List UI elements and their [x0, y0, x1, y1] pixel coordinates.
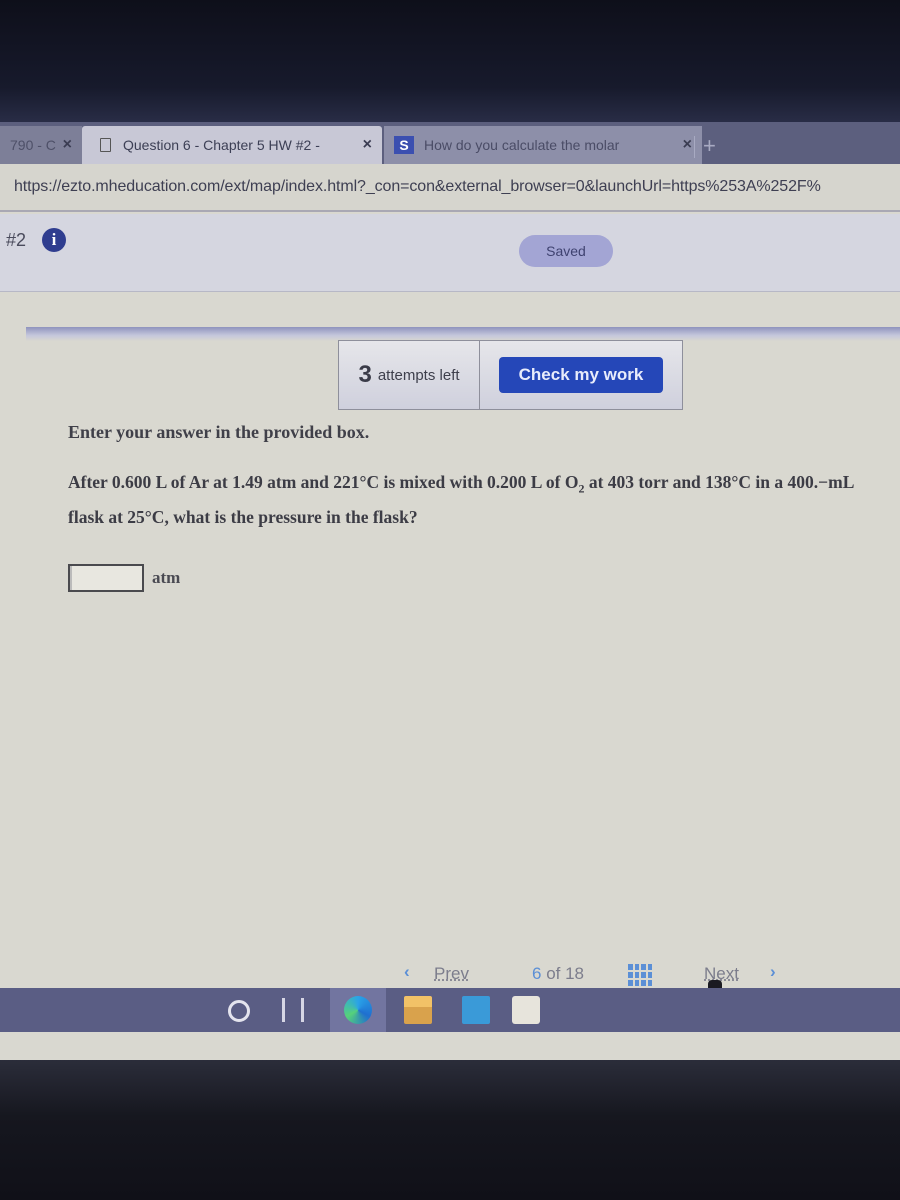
current-page: 6	[532, 964, 542, 983]
site-favicon-icon: S	[394, 136, 414, 154]
close-icon[interactable]: ×	[363, 136, 372, 154]
page-indicator: 6 of 18	[532, 964, 584, 984]
new-tab-button[interactable]: +	[694, 135, 716, 158]
tab-molar-question[interactable]: S How do you calculate the molar ×	[384, 126, 702, 164]
prev-button[interactable]: Prev	[434, 964, 469, 984]
windows-taskbar	[0, 988, 900, 1032]
question-text: After 0.600 L of Ar at 1.49 atm and 221°…	[68, 468, 888, 531]
attempts-counter: 3 attempts left	[339, 341, 480, 409]
tab-label: Question 6 - Chapter 5 HW #2 -	[123, 137, 320, 153]
close-icon[interactable]: ×	[63, 136, 72, 154]
monitor-bezel-bottom	[0, 1060, 900, 1200]
question-number: #2	[6, 230, 27, 250]
pagination: ‹ Prev 6 of 18 Next ›	[400, 960, 800, 998]
answer-row: atm	[68, 564, 180, 592]
question-grid-icon[interactable]	[628, 964, 652, 986]
search-icon[interactable]	[228, 1000, 250, 1022]
attempts-count: 3	[358, 361, 372, 388]
task-view-icon[interactable]	[282, 998, 304, 1022]
address-bar[interactable]: https://ezto.mheducation.com/ext/map/ind…	[0, 164, 900, 212]
page-total: of 18	[546, 964, 585, 983]
attempts-label: attempts left	[377, 366, 460, 384]
close-icon[interactable]: ×	[683, 136, 692, 154]
mail-icon[interactable]	[462, 996, 490, 1024]
file-explorer-icon[interactable]	[404, 996, 432, 1024]
content-divider	[26, 327, 900, 341]
tab-question-6[interactable]: Question 6 - Chapter 5 HW #2 - ×	[82, 126, 382, 164]
chevron-left-icon[interactable]: ‹	[404, 962, 410, 982]
browser-tab-bar: 790 - C × Question 6 - Chapter 5 HW #2 -…	[0, 122, 900, 164]
url-text[interactable]: https://ezto.mheducation.com/ext/map/ind…	[14, 178, 821, 196]
chevron-right-icon[interactable]: ›	[770, 962, 776, 982]
saved-status-badge: Saved	[519, 235, 613, 267]
check-my-work-button[interactable]: Check my work	[499, 357, 663, 393]
check-wrap: Check my work	[480, 341, 682, 409]
store-icon[interactable]	[512, 996, 540, 1024]
instruction-text: Enter your answer in the provided box.	[68, 422, 370, 442]
question-text-part1: After 0.600 L of Ar at 1.49 atm and 221°…	[68, 472, 579, 492]
answer-unit: atm	[152, 568, 181, 587]
answer-input[interactable]	[68, 564, 144, 592]
tab-label: How do you calculate the molar	[424, 137, 620, 153]
document-icon	[100, 138, 111, 152]
monitor-bezel-top	[0, 0, 900, 125]
attempts-panel: 3 attempts left Check my work	[338, 340, 683, 410]
edge-icon[interactable]	[344, 996, 372, 1024]
tab-label: 790 - C	[10, 137, 56, 153]
tab-previous[interactable]: 790 - C ×	[0, 126, 82, 164]
info-icon[interactable]: i	[42, 228, 66, 252]
question-header: #2 i	[0, 214, 900, 292]
screen: 790 - C × Question 6 - Chapter 5 HW #2 -…	[0, 122, 900, 1060]
